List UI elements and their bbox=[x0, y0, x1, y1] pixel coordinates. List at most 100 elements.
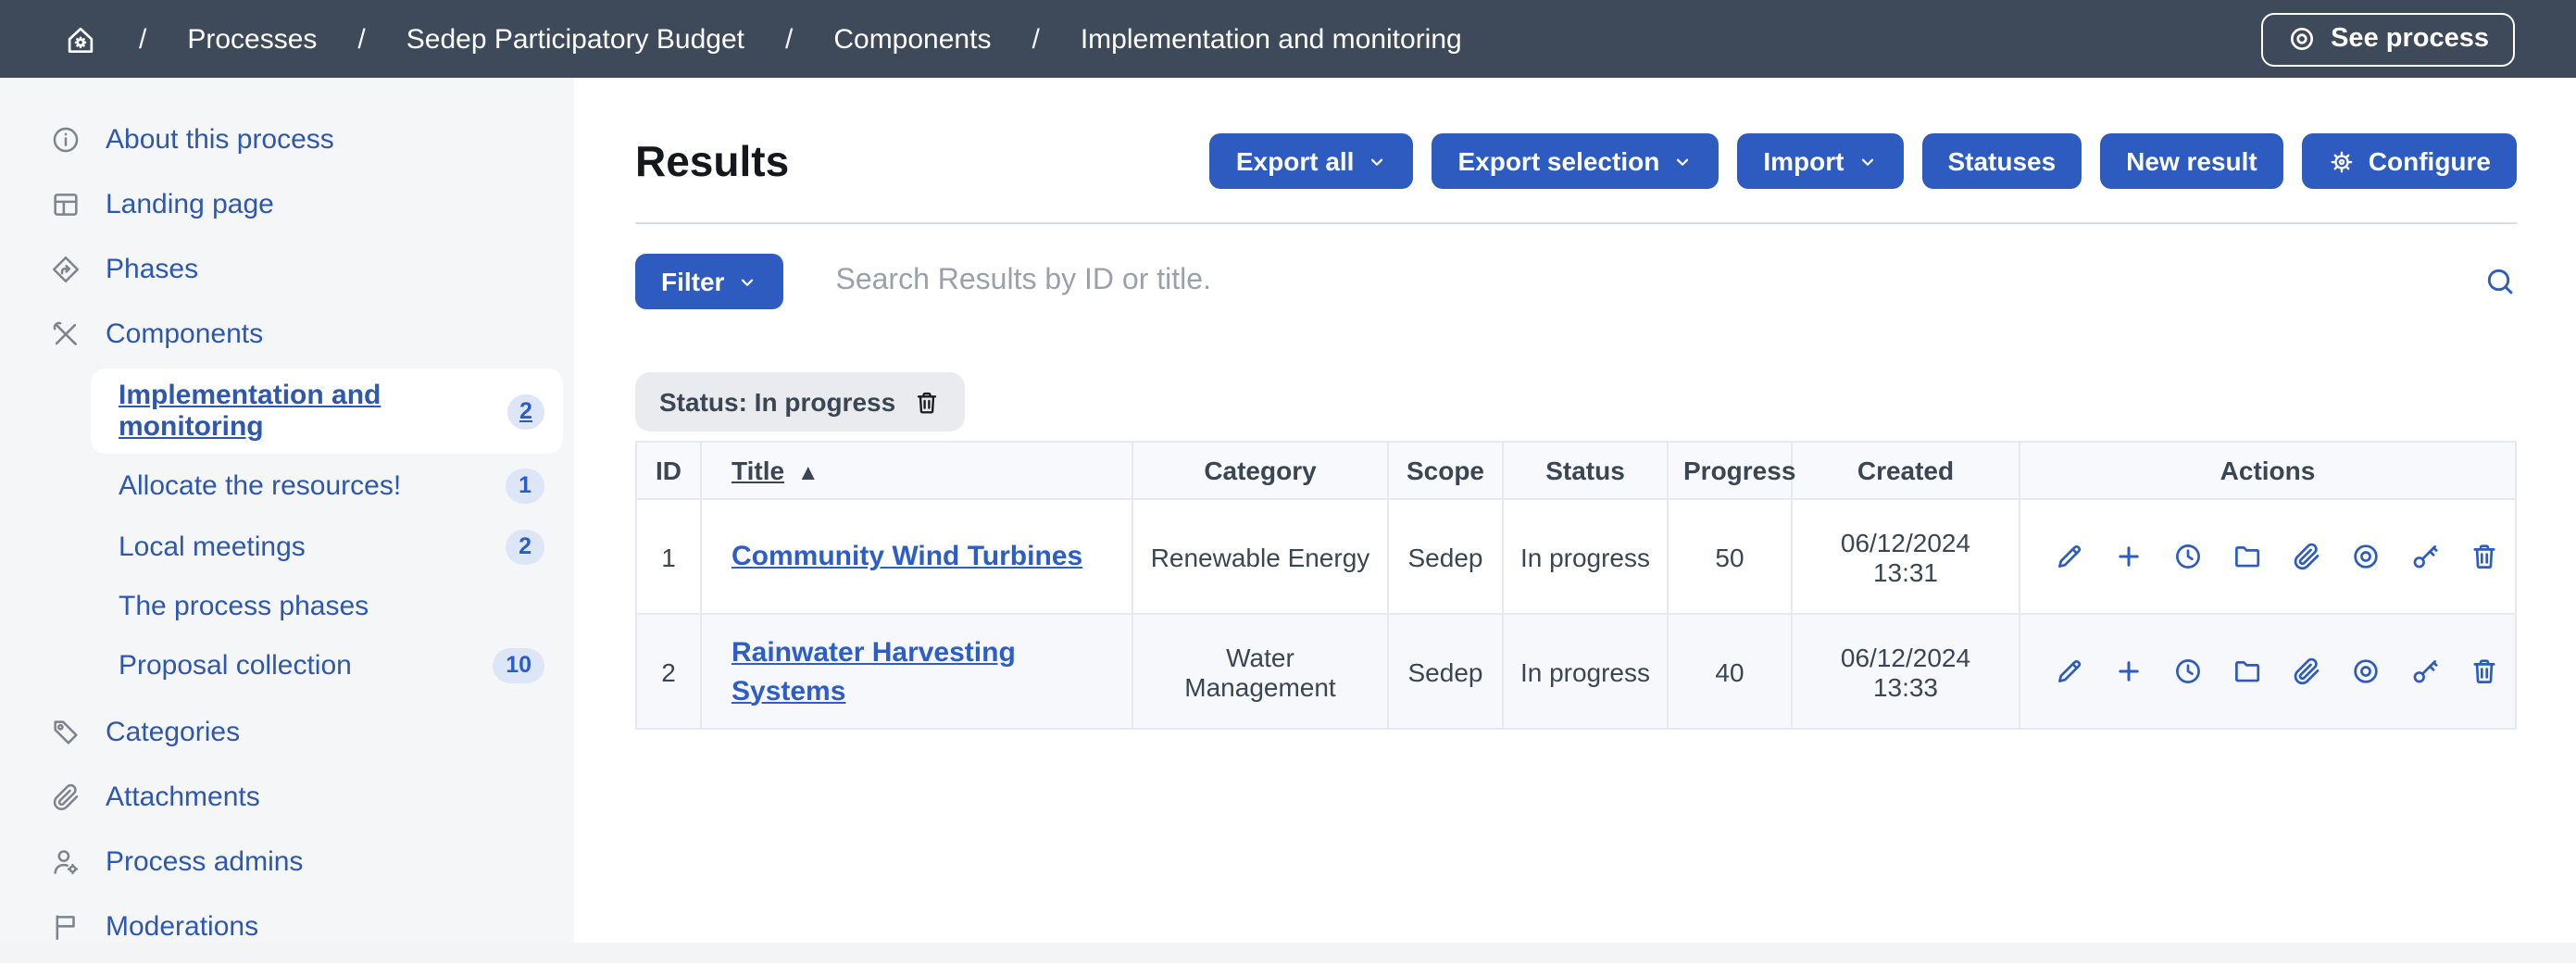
sidebar-link-attachments[interactable]: Attachments bbox=[0, 765, 574, 830]
clock-icon bbox=[2172, 656, 2204, 687]
subnav-item-proposal-collection: Proposal collection 10 bbox=[0, 637, 574, 694]
sidebar-item-landing-page: Landing page bbox=[0, 172, 574, 237]
statuses-label: Statuses bbox=[1947, 146, 2056, 176]
filter-label: Filter bbox=[661, 267, 724, 296]
pencil-icon bbox=[2054, 541, 2085, 572]
subnav-label: The process phases bbox=[119, 591, 369, 622]
result-title-link[interactable]: Rainwater Harvesting Systems bbox=[732, 636, 1016, 707]
flag-icon bbox=[50, 911, 81, 943]
header-created: Created bbox=[1792, 442, 2020, 499]
count-badge: 1 bbox=[506, 469, 544, 504]
sidebar-link-about[interactable]: About this process bbox=[0, 107, 574, 172]
attachments-action[interactable] bbox=[2291, 541, 2322, 572]
history-action[interactable] bbox=[2172, 541, 2204, 572]
paperclip-icon bbox=[2291, 656, 2322, 687]
sidebar-item-phases: Phases bbox=[0, 237, 574, 302]
search-icon[interactable] bbox=[2483, 265, 2517, 298]
eye-icon bbox=[2350, 656, 2382, 687]
sidebar-label: Components bbox=[106, 319, 263, 350]
cell-category: Water Management bbox=[1132, 614, 1388, 729]
edit-action[interactable] bbox=[2054, 656, 2085, 687]
top-bar: / Processes / Sedep Participatory Budget… bbox=[0, 0, 2576, 78]
new-action[interactable] bbox=[2113, 541, 2145, 572]
result-title-link[interactable]: Community Wind Turbines bbox=[732, 541, 1082, 572]
preview-action[interactable] bbox=[2350, 541, 2382, 572]
header-progress: Progress bbox=[1668, 442, 1792, 499]
table-row: 2 Rainwater Harvesting Systems Water Man… bbox=[636, 614, 2516, 729]
preview-action[interactable] bbox=[2350, 656, 2382, 687]
chevron-down-icon bbox=[737, 271, 757, 292]
sidebar-link-landing-page[interactable]: Landing page bbox=[0, 172, 574, 237]
sidebar-item-components: Components Implementation and monitoring… bbox=[0, 302, 574, 694]
remove-filter-trash-icon[interactable] bbox=[912, 388, 940, 416]
subnav-link-local-meetings[interactable]: Local meetings 2 bbox=[91, 519, 563, 576]
header-actions: Actions bbox=[2020, 442, 2516, 499]
header-status: Status bbox=[1503, 442, 1668, 499]
edit-action[interactable] bbox=[2054, 541, 2085, 572]
breadcrumb-separator: / bbox=[139, 23, 146, 55]
breadcrumb-components[interactable]: Components bbox=[833, 23, 991, 55]
subnav-link-process-phases[interactable]: The process phases bbox=[91, 580, 563, 633]
breadcrumb-processes[interactable]: Processes bbox=[187, 23, 317, 55]
cell-created: 06/12/2024 13:33 bbox=[1792, 614, 2020, 729]
sidebar-link-categories[interactable]: Categories bbox=[0, 700, 574, 765]
cell-status: In progress bbox=[1503, 614, 1668, 729]
subnav-item-allocate: Allocate the resources! 1 bbox=[0, 457, 574, 515]
configure-label: Configure bbox=[2369, 146, 2491, 176]
cell-created: 06/12/2024 13:31 bbox=[1792, 499, 2020, 614]
cell-category: Renewable Energy bbox=[1132, 499, 1388, 614]
chevron-down-icon bbox=[1857, 151, 1877, 171]
filter-button[interactable]: Filter bbox=[635, 254, 783, 309]
eye-icon bbox=[2350, 541, 2382, 572]
clock-icon bbox=[2172, 541, 2204, 572]
export-all-label: Export all bbox=[1236, 146, 1355, 176]
header-id: ID bbox=[636, 442, 701, 499]
new-result-button[interactable]: New result bbox=[2100, 133, 2283, 189]
user-gear-icon bbox=[50, 846, 81, 878]
statuses-button[interactable]: Statuses bbox=[1921, 133, 2082, 189]
chevron-down-icon bbox=[1367, 151, 1387, 171]
breadcrumb: / Processes / Sedep Participatory Budget… bbox=[63, 21, 1462, 56]
breadcrumb-current: Implementation and monitoring bbox=[1081, 23, 1462, 55]
permissions-action[interactable] bbox=[2409, 541, 2441, 572]
gear-icon bbox=[2328, 147, 2356, 175]
subnav-link-proposal-collection[interactable]: Proposal collection 10 bbox=[91, 637, 563, 694]
home-breadcrumb-link[interactable] bbox=[63, 21, 98, 56]
app-window: / Processes / Sedep Participatory Budget… bbox=[0, 0, 2576, 963]
sidebar-item-attachments: Attachments bbox=[0, 765, 574, 830]
history-action[interactable] bbox=[2172, 656, 2204, 687]
results-table: ID Title ▲ Category Scope Status Progres… bbox=[635, 441, 2517, 730]
configure-button[interactable]: Configure bbox=[2302, 133, 2517, 189]
export-all-button[interactable]: Export all bbox=[1210, 133, 1414, 189]
sidebar: About this process Landing page bbox=[0, 78, 574, 943]
breadcrumb-process-name[interactable]: Sedep Participatory Budget bbox=[406, 23, 744, 55]
sidebar-link-phases[interactable]: Phases bbox=[0, 237, 574, 302]
breadcrumb-separator: / bbox=[785, 23, 793, 55]
new-action[interactable] bbox=[2113, 656, 2145, 687]
project-action[interactable] bbox=[2232, 656, 2263, 687]
cell-title: Community Wind Turbines bbox=[701, 499, 1132, 614]
import-button[interactable]: Import bbox=[1737, 133, 1903, 189]
paperclip-icon bbox=[2291, 541, 2322, 572]
export-selection-button[interactable]: Export selection bbox=[1432, 133, 1719, 189]
search-input[interactable] bbox=[832, 263, 2435, 300]
sidebar-link-process-admins[interactable]: Process admins bbox=[0, 830, 574, 894]
subnav-link-allocate[interactable]: Allocate the resources! 1 bbox=[91, 457, 563, 515]
subnav-item-local-meetings: Local meetings 2 bbox=[0, 519, 574, 576]
page-title: Results bbox=[635, 136, 789, 186]
sort-by-title-link[interactable]: Title bbox=[732, 456, 784, 485]
permissions-action[interactable] bbox=[2409, 656, 2441, 687]
sidebar-item-categories: Categories bbox=[0, 700, 574, 765]
see-process-button[interactable]: See process bbox=[2260, 12, 2515, 66]
header-divider bbox=[635, 222, 2517, 224]
cell-progress: 50 bbox=[1668, 499, 1792, 614]
subnav-label: Proposal collection bbox=[119, 650, 352, 682]
attachments-action[interactable] bbox=[2291, 656, 2322, 687]
project-action[interactable] bbox=[2232, 541, 2263, 572]
subnav-link-implementation[interactable]: Implementation and monitoring 2 bbox=[91, 369, 563, 454]
delete-action[interactable] bbox=[2469, 656, 2500, 687]
sidebar-link-components[interactable]: Components bbox=[0, 302, 574, 367]
delete-action[interactable] bbox=[2469, 541, 2500, 572]
subnav-item-process-phases: The process phases bbox=[0, 580, 574, 633]
see-process-label: See process bbox=[2331, 24, 2489, 54]
